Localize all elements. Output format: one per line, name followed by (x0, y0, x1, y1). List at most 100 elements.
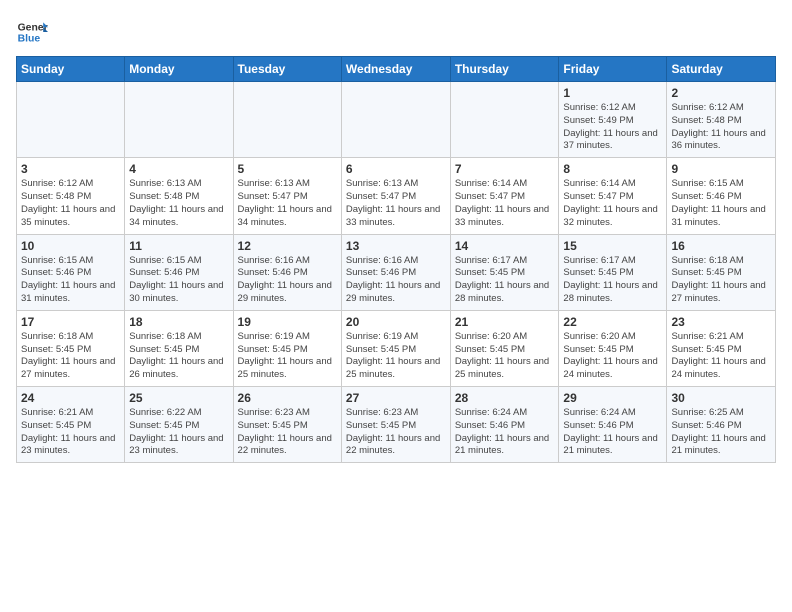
day-info: Sunrise: 6:15 AM Sunset: 5:46 PM Dayligh… (671, 178, 771, 229)
calendar-cell: 26 Sunrise: 6:23 AM Sunset: 5:45 PM Dayli… (233, 387, 341, 463)
weekday-header: Thursday (450, 57, 559, 82)
day-info: Sunrise: 6:13 AM Sunset: 5:47 PM Dayligh… (238, 178, 337, 229)
day-number: 25 (129, 391, 228, 405)
calendar-cell: 13Sunrise: 6:16 AM Sunset: 5:46 PM Dayli… (341, 234, 450, 310)
logo-icon: General Blue (16, 16, 48, 48)
calendar-table: SundayMondayTuesdayWednesdayThursdayFrid… (16, 56, 776, 463)
calendar-cell: 9 Sunrise: 6:15 AM Sunset: 5:46 PM Daylig… (667, 158, 776, 234)
calendar-cell: 18 Sunrise: 6:18 AM Sunset: 5:45 PM Dayli… (125, 310, 233, 386)
day-info: Sunrise: 6:23 AM Sunset: 5:45 PM Dayligh… (238, 407, 337, 458)
calendar-week-row: 3 Sunrise: 6:12 AM Sunset: 5:48 PM Daylig… (17, 158, 776, 234)
calendar-cell: 7 Sunrise: 6:14 AM Sunset: 5:47 PM Daylig… (450, 158, 559, 234)
day-number: 6 (346, 162, 446, 176)
calendar-cell (17, 82, 125, 158)
calendar-cell (125, 82, 233, 158)
weekday-header: Friday (559, 57, 667, 82)
calendar-cell: 21 Sunrise: 6:20 AM Sunset: 5:45 PM Dayli… (450, 310, 559, 386)
calendar-header: SundayMondayTuesdayWednesdayThursdayFrid… (17, 57, 776, 82)
calendar-cell: 28 Sunrise: 6:24 AM Sunset: 5:46 PM Dayli… (450, 387, 559, 463)
day-number: 18 (129, 315, 228, 329)
day-number: 11 (129, 239, 228, 253)
day-info: Sunrise: 6:21 AM Sunset: 5:45 PM Dayligh… (21, 407, 120, 458)
calendar-cell: 15Sunrise: 6:17 AM Sunset: 5:45 PM Dayli… (559, 234, 667, 310)
day-info: Sunrise: 6:18 AM Sunset: 5:45 PM Dayligh… (671, 255, 771, 306)
day-number: 20 (346, 315, 446, 329)
day-info: Sunrise: 6:24 AM Sunset: 5:46 PM Dayligh… (563, 407, 662, 458)
calendar-cell: 8Sunrise: 6:14 AM Sunset: 5:47 PM Daylig… (559, 158, 667, 234)
calendar-cell: 17 Sunrise: 6:18 AM Sunset: 5:45 PM Dayli… (17, 310, 125, 386)
day-number: 14 (455, 239, 555, 253)
day-number: 17 (21, 315, 120, 329)
day-info: Sunrise: 6:12 AM Sunset: 5:48 PM Dayligh… (671, 102, 771, 153)
calendar-cell: 5 Sunrise: 6:13 AM Sunset: 5:47 PM Daylig… (233, 158, 341, 234)
day-number: 23 (671, 315, 771, 329)
weekday-header: Saturday (667, 57, 776, 82)
day-info: Sunrise: 6:15 AM Sunset: 5:46 PM Dayligh… (21, 255, 120, 306)
logo: General Blue (16, 16, 48, 48)
day-info: Sunrise: 6:20 AM Sunset: 5:45 PM Dayligh… (455, 331, 555, 382)
day-info: Sunrise: 6:21 AM Sunset: 5:45 PM Dayligh… (671, 331, 771, 382)
calendar-cell: 11 Sunrise: 6:15 AM Sunset: 5:46 PM Dayli… (125, 234, 233, 310)
day-number: 22 (563, 315, 662, 329)
day-number: 27 (346, 391, 446, 405)
day-number: 24 (21, 391, 120, 405)
day-info: Sunrise: 6:18 AM Sunset: 5:45 PM Dayligh… (21, 331, 120, 382)
weekday-header: Sunday (17, 57, 125, 82)
weekday-header: Tuesday (233, 57, 341, 82)
day-number: 9 (671, 162, 771, 176)
day-number: 28 (455, 391, 555, 405)
day-number: 21 (455, 315, 555, 329)
calendar-week-row: 17 Sunrise: 6:18 AM Sunset: 5:45 PM Dayli… (17, 310, 776, 386)
calendar-week-row: 24 Sunrise: 6:21 AM Sunset: 5:45 PM Dayli… (17, 387, 776, 463)
day-info: Sunrise: 6:22 AM Sunset: 5:45 PM Dayligh… (129, 407, 228, 458)
svg-text:Blue: Blue (18, 34, 41, 45)
day-number: 5 (238, 162, 337, 176)
calendar-cell: 19Sunrise: 6:19 AM Sunset: 5:45 PM Dayli… (233, 310, 341, 386)
day-info: Sunrise: 6:24 AM Sunset: 5:46 PM Dayligh… (455, 407, 555, 458)
calendar-cell: 3 Sunrise: 6:12 AM Sunset: 5:48 PM Daylig… (17, 158, 125, 234)
day-info: Sunrise: 6:20 AM Sunset: 5:45 PM Dayligh… (563, 331, 662, 382)
day-info: Sunrise: 6:14 AM Sunset: 5:47 PM Dayligh… (455, 178, 555, 229)
calendar-cell: 1Sunrise: 6:12 AM Sunset: 5:49 PM Daylig… (559, 82, 667, 158)
day-info: Sunrise: 6:12 AM Sunset: 5:49 PM Dayligh… (563, 102, 662, 153)
calendar-cell: 27 Sunrise: 6:23 AM Sunset: 5:45 PM Dayli… (341, 387, 450, 463)
day-number: 15 (563, 239, 662, 253)
calendar-cell: 20 Sunrise: 6:19 AM Sunset: 5:45 PM Dayli… (341, 310, 450, 386)
calendar-cell: 12Sunrise: 6:16 AM Sunset: 5:46 PM Dayli… (233, 234, 341, 310)
calendar-cell: 25 Sunrise: 6:22 AM Sunset: 5:45 PM Dayli… (125, 387, 233, 463)
calendar-cell: 14 Sunrise: 6:17 AM Sunset: 5:45 PM Dayli… (450, 234, 559, 310)
calendar-cell (341, 82, 450, 158)
day-info: Sunrise: 6:13 AM Sunset: 5:48 PM Dayligh… (129, 178, 228, 229)
day-number: 30 (671, 391, 771, 405)
calendar-cell: 24 Sunrise: 6:21 AM Sunset: 5:45 PM Dayli… (17, 387, 125, 463)
day-number: 16 (671, 239, 771, 253)
calendar-cell: 10 Sunrise: 6:15 AM Sunset: 5:46 PM Dayli… (17, 234, 125, 310)
day-info: Sunrise: 6:16 AM Sunset: 5:46 PM Dayligh… (238, 255, 337, 306)
calendar-week-row: 1Sunrise: 6:12 AM Sunset: 5:49 PM Daylig… (17, 82, 776, 158)
day-info: Sunrise: 6:12 AM Sunset: 5:48 PM Dayligh… (21, 178, 120, 229)
calendar-cell: 16 Sunrise: 6:18 AM Sunset: 5:45 PM Dayli… (667, 234, 776, 310)
day-number: 10 (21, 239, 120, 253)
day-info: Sunrise: 6:17 AM Sunset: 5:45 PM Dayligh… (455, 255, 555, 306)
day-info: Sunrise: 6:25 AM Sunset: 5:46 PM Dayligh… (671, 407, 771, 458)
day-number: 19 (238, 315, 337, 329)
day-number: 4 (129, 162, 228, 176)
day-number: 3 (21, 162, 120, 176)
day-info: Sunrise: 6:15 AM Sunset: 5:46 PM Dayligh… (129, 255, 228, 306)
weekday-header: Wednesday (341, 57, 450, 82)
day-number: 29 (563, 391, 662, 405)
calendar-cell: 30 Sunrise: 6:25 AM Sunset: 5:46 PM Dayli… (667, 387, 776, 463)
day-info: Sunrise: 6:19 AM Sunset: 5:45 PM Dayligh… (346, 331, 446, 382)
day-info: Sunrise: 6:14 AM Sunset: 5:47 PM Dayligh… (563, 178, 662, 229)
weekday-header: Monday (125, 57, 233, 82)
calendar-cell: 22 Sunrise: 6:20 AM Sunset: 5:45 PM Dayli… (559, 310, 667, 386)
day-info: Sunrise: 6:18 AM Sunset: 5:45 PM Dayligh… (129, 331, 228, 382)
day-number: 26 (238, 391, 337, 405)
calendar-week-row: 10 Sunrise: 6:15 AM Sunset: 5:46 PM Dayli… (17, 234, 776, 310)
day-number: 7 (455, 162, 555, 176)
calendar-cell: 23 Sunrise: 6:21 AM Sunset: 5:45 PM Dayli… (667, 310, 776, 386)
day-number: 13 (346, 239, 446, 253)
day-info: Sunrise: 6:23 AM Sunset: 5:45 PM Dayligh… (346, 407, 446, 458)
calendar-cell: 4 Sunrise: 6:13 AM Sunset: 5:48 PM Daylig… (125, 158, 233, 234)
calendar-cell (450, 82, 559, 158)
